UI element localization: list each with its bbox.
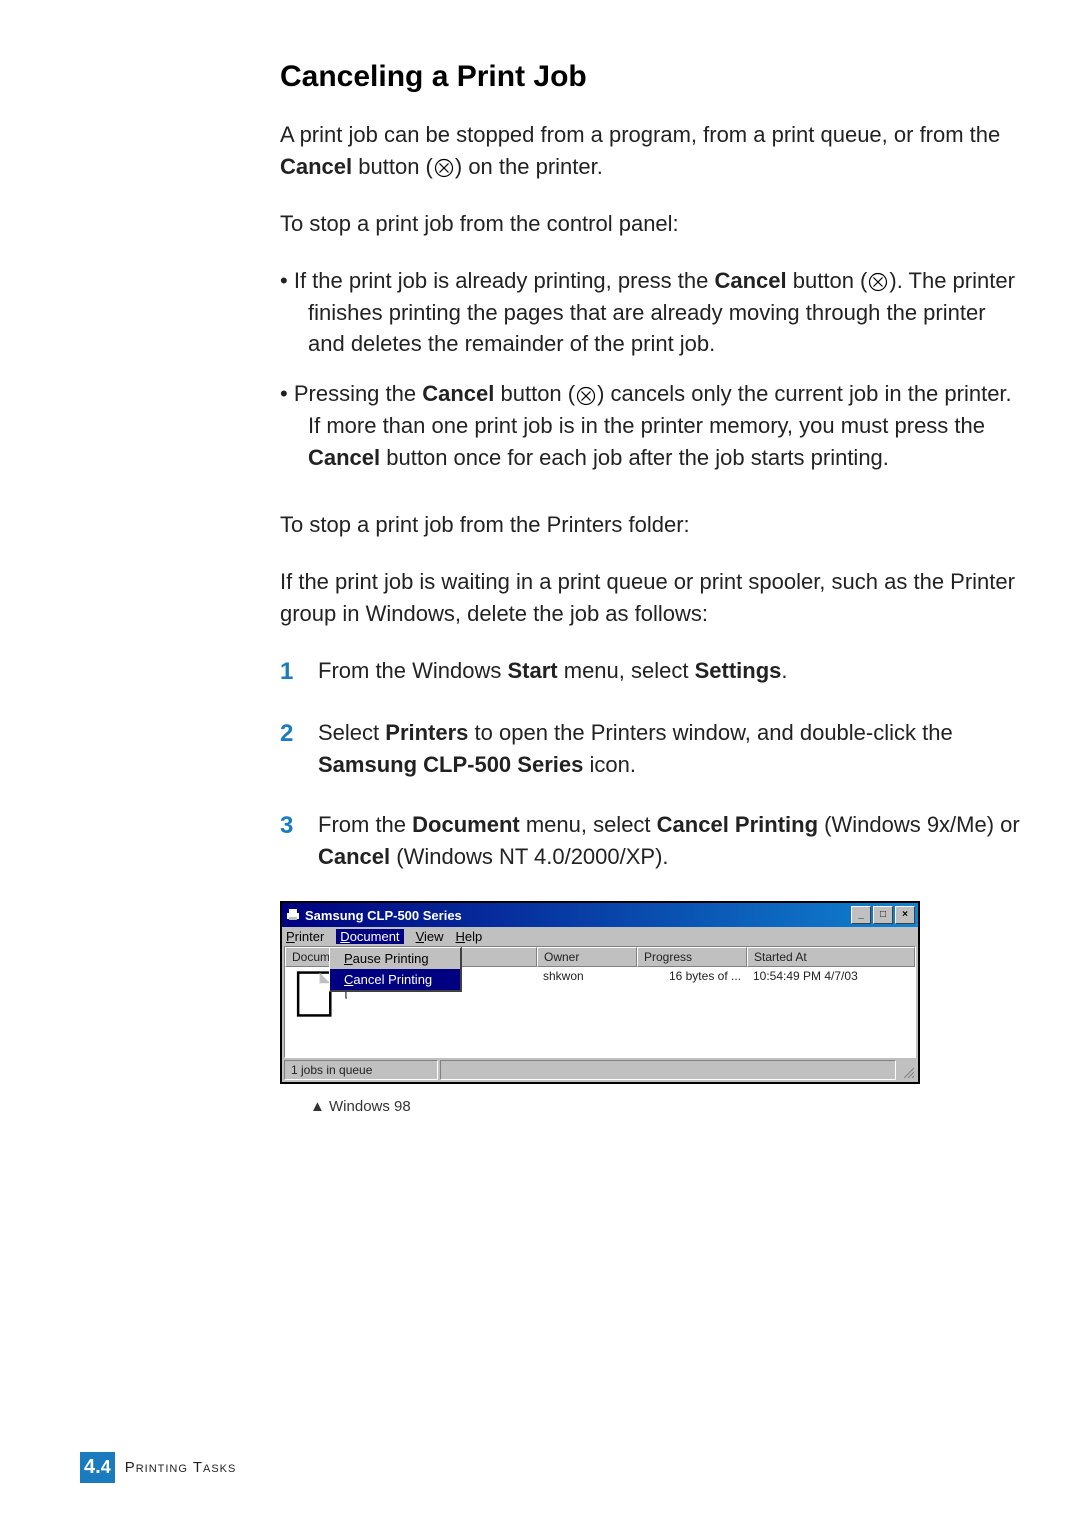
menu-label: elp [465, 929, 482, 944]
numbered-list: 1 From the Windows Start menu, select Se… [280, 655, 1020, 873]
footer-label: Printing Tasks [125, 1459, 237, 1476]
bullet-marker: • [280, 268, 294, 293]
status-spacer [440, 1060, 896, 1080]
bullet-bold: Cancel [308, 445, 380, 470]
document-icon [291, 1008, 344, 1022]
cancel-icon [576, 386, 596, 406]
bullet-text: button ( [494, 381, 575, 406]
cell-progress: 16 bytes of ... [637, 969, 747, 1022]
step-span: to open the Printers window, and double-… [468, 720, 952, 745]
menu-label: iew [424, 929, 444, 944]
stop-panel-heading: To stop a print job from the control pan… [280, 208, 1020, 240]
step-text: From the Document menu, select Cancel Pr… [318, 809, 1020, 873]
step-span: (Windows 9x/Me) or [818, 812, 1020, 837]
minimize-button[interactable]: _ [851, 906, 871, 924]
step-item: 3 From the Document menu, select Cancel … [280, 809, 1020, 873]
col-owner[interactable]: Owner [537, 947, 637, 967]
section-heading: Canceling a Print Job [280, 60, 1020, 94]
page-footer: 4.4 Printing Tasks [80, 1452, 236, 1483]
step-bold: Start [508, 658, 558, 683]
menu-pause-printing[interactable]: Pause Printing [330, 948, 460, 969]
resize-grip[interactable] [898, 1060, 916, 1080]
step-span: From the [318, 812, 412, 837]
page-number: 4 [101, 1457, 111, 1477]
printer-icon [285, 907, 301, 923]
intro-text-b: button ( [352, 154, 433, 179]
bullet-item: • If the print job is already printing, … [280, 265, 1020, 361]
window-title: Samsung CLP-500 Series [305, 908, 851, 923]
step-span: (Windows NT 4.0/2000/XP). [390, 844, 668, 869]
cancel-icon [868, 272, 888, 292]
step-item: 1 From the Windows Start menu, select Se… [280, 655, 1020, 690]
step-bold: Printers [385, 720, 468, 745]
step-bold: Document [412, 812, 520, 837]
step-span: menu, select [520, 812, 657, 837]
menu-view[interactable]: View [416, 929, 444, 944]
step-number: 2 [280, 717, 318, 781]
stop-folder-heading: To stop a print job from the Printers fo… [280, 509, 1020, 541]
step-bold: Samsung CLP-500 Series [318, 752, 583, 777]
col-progress[interactable]: Progress [637, 947, 747, 967]
step-text: From the Windows Start menu, select Sett… [318, 655, 1020, 690]
status-text: 1 jobs in queue [284, 1060, 438, 1080]
dd-label: ause Printing [353, 951, 429, 966]
intro-paragraph: A print job can be stopped from a progra… [280, 119, 1020, 183]
step-span: icon. [583, 752, 636, 777]
menu-label: rinter [295, 929, 325, 944]
step-span: . [781, 658, 787, 683]
bullet-marker: • [280, 381, 294, 406]
step-bold: Cancel Printing [657, 812, 818, 837]
step-bold: Cancel [318, 844, 390, 869]
bullet-text: Pressing the [294, 381, 422, 406]
menu-help[interactable]: Help [456, 929, 483, 944]
step-span: menu, select [558, 658, 695, 683]
cell-owner: shkwon [537, 969, 637, 1022]
menu-label: ocument [350, 929, 400, 944]
step-number: 1 [280, 655, 318, 690]
status-bar: 1 jobs in queue [282, 1058, 918, 1082]
window-titlebar[interactable]: Samsung CLP-500 Series _ □ × [282, 903, 918, 927]
bullet-text: button ( [787, 268, 868, 293]
menu-cancel-printing[interactable]: Cancel Printing [330, 969, 460, 990]
cancel-icon [434, 158, 454, 178]
print-queue-window: Samsung CLP-500 Series _ □ × Printer Doc… [280, 901, 920, 1084]
close-button[interactable]: × [895, 906, 915, 924]
document-dropdown: Pause Printing Cancel Printing [329, 947, 462, 992]
screenshot-caption: ▲ Windows 98 [310, 1098, 1020, 1115]
menu-bar: Printer Document View Help [282, 927, 918, 946]
folder-intro: If the print job is waiting in a print q… [280, 566, 1020, 630]
step-bold: Settings [695, 658, 782, 683]
menu-document[interactable]: Document [336, 929, 403, 944]
step-number: 3 [280, 809, 318, 873]
bullet-bold: Cancel [715, 268, 787, 293]
bullet-item: • Pressing the Cancel button () cancels … [280, 378, 1020, 474]
dd-label: ancel Printing [353, 972, 432, 987]
step-item: 2 Select Printers to open the Printers w… [280, 717, 1020, 781]
maximize-button[interactable]: □ [873, 906, 893, 924]
page-number-box: 4.4 [80, 1452, 115, 1483]
bullet-bold: Cancel [422, 381, 494, 406]
bullet-text: If the print job is already printing, pr… [294, 268, 715, 293]
bullet-list: • If the print job is already printing, … [280, 265, 1020, 474]
step-span: Select [318, 720, 385, 745]
intro-cancel-bold: Cancel [280, 154, 352, 179]
section-number: 4. [84, 1456, 101, 1478]
step-text: Select Printers to open the Printers win… [318, 717, 1020, 781]
intro-text-a: A print job can be stopped from a progra… [280, 122, 1000, 147]
intro-text-c: ) on the printer. [455, 154, 603, 179]
cell-started: 10:54:49 PM 4/7/03 [747, 969, 915, 1022]
bullet-text: button once for each job after the job s… [380, 445, 889, 470]
menu-printer[interactable]: Printer [286, 929, 324, 944]
step-span: From the Windows [318, 658, 508, 683]
col-started[interactable]: Started At [747, 947, 915, 967]
